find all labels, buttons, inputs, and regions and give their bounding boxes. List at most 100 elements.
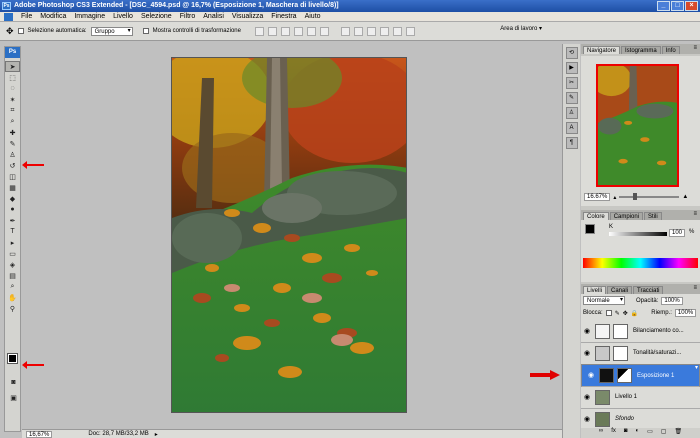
crop-tool-icon[interactable]: ⌗ <box>5 105 20 116</box>
visibility-eye-icon[interactable]: ◉ <box>581 349 593 357</box>
layer-thumbnail[interactable] <box>595 411 610 427</box>
distribute-top-icon[interactable] <box>340 26 350 36</box>
character-icon[interactable]: A <box>565 122 578 134</box>
opacity-value[interactable]: 100% <box>661 296 683 305</box>
align-right-icon[interactable] <box>319 26 329 36</box>
zoom-in-icon[interactable]: ▲ <box>682 194 688 200</box>
menu-modifica[interactable]: Modifica <box>36 12 70 22</box>
zoom-tool-icon[interactable]: ⚲ <box>5 303 20 314</box>
lock-position-icon[interactable]: ✥ <box>623 310 628 317</box>
menu-filtro[interactable]: Filtro <box>176 12 200 22</box>
color-fg-swatch[interactable] <box>585 224 595 234</box>
history-brush-tool-icon[interactable]: ↺ <box>5 160 20 171</box>
notes-tool-icon[interactable]: ▤ <box>5 270 20 281</box>
pen-tool-icon[interactable]: ✒ <box>5 215 20 226</box>
distribute-bottom-icon[interactable] <box>366 26 376 36</box>
layer-thumbnail[interactable] <box>599 368 614 383</box>
menu-immagine[interactable]: Immagine <box>70 12 109 22</box>
tab-swatches[interactable]: Campioni <box>609 212 644 220</box>
zoom-out-icon[interactable]: ▴ <box>613 194 616 201</box>
panel-menu-icon[interactable]: ≡ <box>693 211 697 217</box>
new-group-icon[interactable]: ▭ <box>647 428 653 438</box>
add-mask-icon[interactable]: ◙ <box>624 428 628 438</box>
layer-row[interactable]: ◉ Tonalità/saturazi... <box>581 342 700 365</box>
zoom-readout[interactable]: 16,67% <box>26 430 53 438</box>
lock-transparency-icon[interactable] <box>605 310 612 316</box>
visibility-eye-icon[interactable]: ◉ <box>581 393 593 401</box>
layer-thumbnail[interactable] <box>595 389 610 405</box>
layer-thumbnail[interactable] <box>595 323 610 339</box>
menu-aiuto[interactable]: Aiuto <box>301 12 325 22</box>
tools-presets-icon[interactable]: ✂ <box>565 77 578 89</box>
link-layers-icon[interactable]: ∞ <box>599 428 603 438</box>
layer-row[interactable]: ◉ Bilanciamento co... <box>581 320 700 343</box>
transform-controls-checkbox[interactable] <box>142 28 149 34</box>
lock-all-icon[interactable]: 🔒 <box>631 310 638 317</box>
screen-mode-icon[interactable]: ▣ <box>6 392 21 403</box>
minimize-button[interactable]: _ <box>657 1 670 11</box>
tab-channels[interactable]: Canali <box>607 286 633 294</box>
navigator-preview[interactable] <box>596 64 679 187</box>
fill-value[interactable]: 100% <box>674 309 697 317</box>
brushes-icon[interactable]: ✎ <box>565 92 578 104</box>
tab-styles[interactable]: Stili <box>644 212 662 220</box>
tab-navigator[interactable]: Navigatore <box>583 46 621 54</box>
healing-brush-tool-icon[interactable]: ✚ <box>5 127 20 138</box>
layer-style-icon[interactable]: fx <box>611 428 616 438</box>
distribute-center-icon[interactable] <box>392 26 402 36</box>
workspace-menu[interactable]: Area di lavoro ▾ <box>500 25 542 32</box>
tab-info[interactable]: Info <box>661 46 680 54</box>
color-spectrum[interactable] <box>583 258 698 268</box>
navigator-zoom[interactable]: 16.67% <box>584 193 611 201</box>
clone-source-icon[interactable]: ♙ <box>565 107 578 119</box>
panel-menu-icon[interactable]: ≡ <box>693 45 697 51</box>
3d-tool-icon[interactable]: ◈ <box>5 259 20 270</box>
adjustment-layer-icon[interactable]: ◐ <box>635 428 639 438</box>
dodge-tool-icon[interactable]: ● <box>5 204 20 215</box>
magic-wand-tool-icon[interactable]: ✶ <box>5 94 20 105</box>
move-tool-icon[interactable]: ✥ <box>6 26 14 37</box>
brush-tool-icon[interactable]: ✎ <box>5 138 20 149</box>
eyedropper-tool-icon[interactable]: ⌕ <box>5 116 20 127</box>
maximize-button[interactable]: □ <box>671 1 684 11</box>
menu-livello[interactable]: Livello <box>109 12 137 22</box>
distribute-middle-icon[interactable] <box>353 26 363 36</box>
eyedropper2-tool-icon[interactable]: ⌕ <box>5 281 20 292</box>
actions-icon[interactable]: ▶ <box>565 62 578 74</box>
document-canvas[interactable] <box>171 57 407 413</box>
history-icon[interactable]: ⟲ <box>565 47 578 59</box>
close-button[interactable]: × <box>685 1 698 11</box>
eraser-tool-icon[interactable]: ◫ <box>5 171 20 182</box>
delete-layer-icon[interactable]: 🗑 <box>674 428 682 438</box>
menu-analisi[interactable]: Analisi <box>199 12 228 22</box>
lasso-tool-icon[interactable]: ◌ <box>5 83 20 94</box>
auto-select-checkbox[interactable] <box>17 28 24 34</box>
layer-row[interactable]: ◉ Esposizione 1 <box>581 364 700 387</box>
channel-slider[interactable] <box>609 232 667 236</box>
panel-menu-icon[interactable]: ≡ <box>693 285 697 291</box>
distribute-right-icon[interactable] <box>405 26 415 36</box>
layer-thumbnail[interactable] <box>595 345 610 361</box>
marquee-tool-icon[interactable]: ⬚ <box>5 72 20 83</box>
layer-mask-thumbnail[interactable] <box>613 345 628 361</box>
paragraph-icon[interactable]: ¶ <box>565 137 578 149</box>
tab-color[interactable]: Colore <box>583 212 609 220</box>
type-tool-icon[interactable]: T <box>5 226 20 237</box>
tab-layers[interactable]: Livelli <box>583 286 607 294</box>
align-top-icon[interactable] <box>254 26 264 36</box>
menu-finestra[interactable]: Finestra <box>267 12 300 22</box>
shape-tool-icon[interactable]: ▭ <box>5 248 20 259</box>
move-tool-icon[interactable]: ➤ <box>5 61 20 72</box>
quick-mask-icon[interactable]: ◙ <box>6 377 21 388</box>
visibility-eye-icon[interactable]: ◉ <box>581 327 593 335</box>
tab-histogram[interactable]: Istogramma <box>621 46 661 54</box>
clone-stamp-tool-icon[interactable]: ♙ <box>5 149 20 160</box>
tab-paths[interactable]: Tracciati <box>633 286 664 294</box>
lock-pixels-icon[interactable]: ✎ <box>615 310 620 317</box>
foreground-color-swatch[interactable] <box>7 353 18 364</box>
menu-visualizza[interactable]: Visualizza <box>228 12 267 22</box>
menu-file[interactable]: File <box>17 12 36 22</box>
auto-select-dropdown[interactable]: Gruppo <box>90 26 133 36</box>
align-left-icon[interactable] <box>293 26 303 36</box>
channel-value[interactable]: 100 <box>669 229 686 237</box>
